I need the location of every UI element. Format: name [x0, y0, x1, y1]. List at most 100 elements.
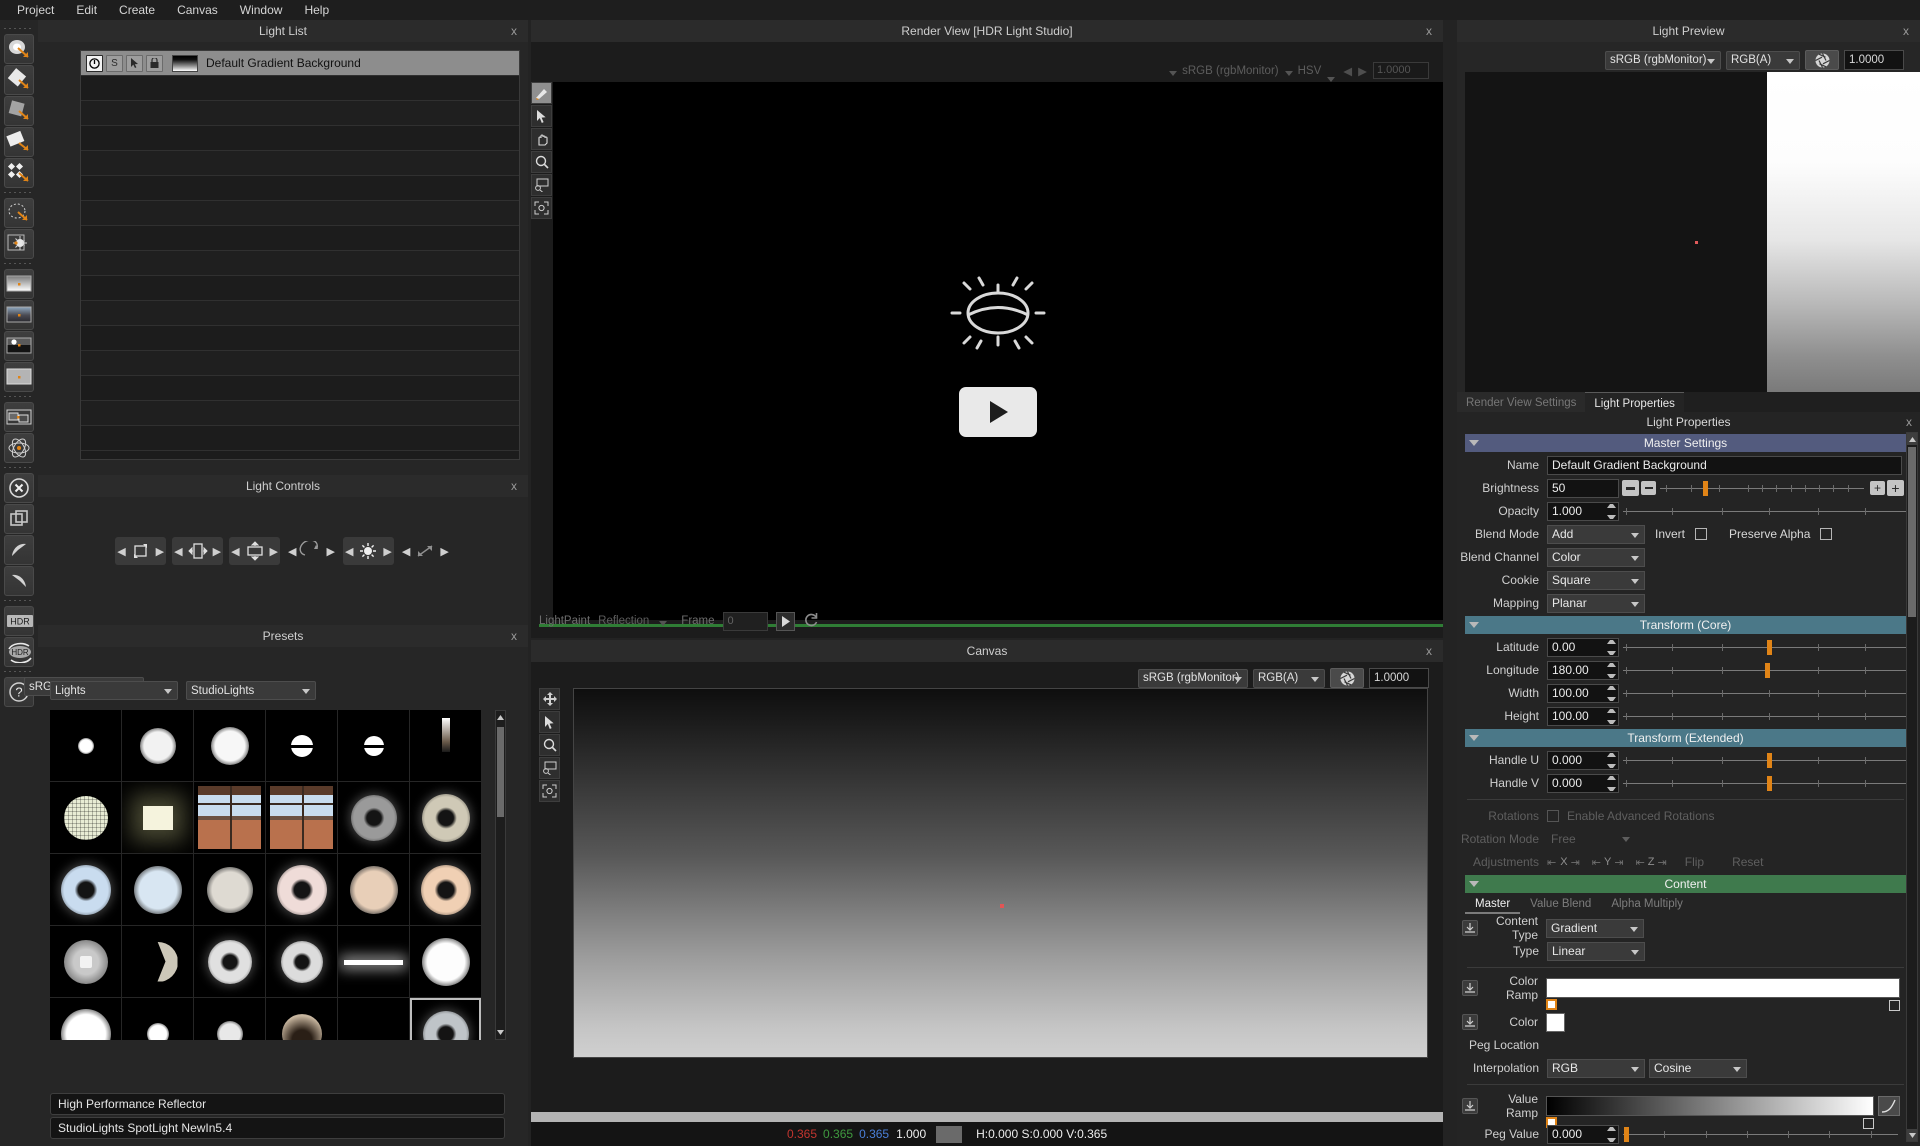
gradient-background-icon[interactable]: [4, 269, 34, 299]
light-list-empty-row[interactable]: [81, 201, 519, 226]
invert-checkbox[interactable]: [1695, 528, 1708, 540]
menu-create[interactable]: Create: [108, 1, 166, 19]
slider-knob[interactable]: [1766, 639, 1772, 655]
light-list-empty-row[interactable]: [81, 301, 519, 326]
light-list-empty-row[interactable]: [81, 76, 519, 101]
value-ramp-curve-button[interactable]: [1878, 1096, 1900, 1116]
transform-core-3-slider[interactable]: [1623, 707, 1915, 726]
scale-both-icon[interactable]: [128, 540, 154, 562]
brightness-decrease-large-button[interactable]: [1622, 480, 1639, 496]
preset-thumbnail[interactable]: [338, 710, 409, 781]
light-list-empty-row[interactable]: [81, 226, 519, 251]
lock-toggle-icon[interactable]: [146, 54, 163, 72]
preset-thumbnail[interactable]: [194, 926, 265, 997]
canvas-colorspace-dropdown[interactable]: sRGB (rgbMonitor): [1138, 668, 1248, 688]
close-icon[interactable]: x: [507, 628, 521, 644]
preset-thumbnail[interactable]: [194, 998, 265, 1040]
transform-ext-1-field[interactable]: 0.000: [1547, 773, 1619, 793]
content-tab-value-blend[interactable]: Value Blend: [1520, 896, 1601, 914]
left-arrow-icon[interactable]: ◀: [345, 545, 353, 558]
close-icon[interactable]: x: [1422, 23, 1436, 39]
interpolation-space-dropdown[interactable]: RGB: [1547, 1058, 1645, 1078]
transform-core-2-slider[interactable]: [1623, 684, 1915, 703]
peg-value-spinner[interactable]: [1607, 1126, 1616, 1142]
presets-category-dropdown[interactable]: Lights: [50, 681, 178, 700]
transform-ext-1-spinner[interactable]: [1607, 775, 1616, 791]
light-preview-exposure-value[interactable]: 1.0000: [1844, 50, 1904, 70]
fit-window-icon[interactable]: [531, 197, 552, 219]
presets-subcategory-dropdown[interactable]: StudioLights: [186, 681, 316, 700]
peg-value-field[interactable]: 0.000: [1547, 1124, 1619, 1144]
render-view-stage[interactable]: [553, 82, 1443, 620]
slider-knob[interactable]: [1766, 775, 1772, 791]
slider-knob[interactable]: [1766, 752, 1772, 768]
light-list-empty-row[interactable]: [81, 326, 519, 351]
opacity-slider[interactable]: [1623, 502, 1917, 521]
close-icon[interactable]: x: [1899, 23, 1913, 39]
hdr-save-icon[interactable]: HDR: [4, 606, 34, 636]
mapping-dropdown[interactable]: Planar: [1547, 593, 1645, 613]
section-transform-core[interactable]: Transform (Core): [1465, 616, 1906, 634]
brightness-slider[interactable]: [1660, 479, 1864, 498]
right-arrow-icon[interactable]: ▶: [213, 545, 221, 558]
menu-edit[interactable]: Edit: [65, 1, 108, 19]
preset-thumbnail[interactable]: [410, 782, 481, 853]
preset-thumbnail[interactable]: [122, 926, 193, 997]
color-ramp-widget[interactable]: [1546, 978, 1900, 1011]
type-dropdown[interactable]: Linear: [1547, 941, 1645, 961]
menu-canvas[interactable]: Canvas: [166, 1, 229, 19]
menu-help[interactable]: Help: [293, 1, 340, 19]
scrollbar-thumb[interactable]: [1908, 447, 1916, 617]
name-field[interactable]: Default Gradient Background: [1547, 455, 1902, 475]
left-arrow-icon[interactable]: ◀: [174, 545, 182, 558]
slider-knob[interactable]: [1623, 1126, 1629, 1142]
opacity-field[interactable]: 1.000: [1547, 501, 1619, 521]
transform-core-2-spinner[interactable]: [1607, 685, 1616, 701]
light-area-icon[interactable]: [4, 34, 34, 64]
frame-refresh-button[interactable]: [803, 612, 819, 631]
preset-thumbnail[interactable]: [266, 854, 337, 925]
cookie-dropdown[interactable]: Square: [1547, 570, 1645, 590]
fit-window-icon[interactable]: [539, 780, 560, 802]
pointer-icon[interactable]: [539, 711, 560, 733]
color-ramp-download-icon[interactable]: [1462, 980, 1478, 996]
right-arrow-icon[interactable]: ▶: [156, 545, 164, 558]
preset-thumbnail[interactable]: [410, 710, 481, 781]
flat-background-icon[interactable]: [4, 362, 34, 392]
light-list-empty-row[interactable]: [81, 251, 519, 276]
hdr-reload-icon[interactable]: HDR: [4, 637, 34, 667]
close-icon[interactable]: x: [1422, 643, 1436, 659]
preset-thumbnail[interactable]: [338, 926, 409, 997]
preset-thumbnail[interactable]: [338, 782, 409, 853]
light-preview-aperture-button[interactable]: [1805, 50, 1839, 70]
play-button[interactable]: [959, 387, 1037, 437]
light-panel-icon[interactable]: [4, 127, 34, 157]
scroll-down-icon[interactable]: [1907, 1129, 1917, 1141]
light-preview-channel-dropdown[interactable]: RGB(A): [1726, 50, 1800, 70]
tab-light-properties[interactable]: Light Properties: [1585, 392, 1684, 412]
slider-knob[interactable]: [1765, 662, 1771, 678]
preset-thumbnail[interactable]: [338, 854, 409, 925]
light-list-empty-row[interactable]: [81, 101, 519, 126]
rotate-control[interactable]: ◀ ▶: [286, 537, 337, 565]
preset-thumbnail[interactable]: [122, 782, 193, 853]
preset-thumbnail[interactable]: [410, 998, 481, 1040]
preset-thumbnail[interactable]: [338, 998, 409, 1040]
atom-procedural-icon[interactable]: [4, 433, 34, 463]
light-properties-scrollbar[interactable]: [1906, 432, 1918, 1142]
brightness-increase-large-button[interactable]: +: [1887, 480, 1904, 496]
transform-core-0-spinner[interactable]: [1607, 639, 1616, 655]
pan-icon[interactable]: [531, 128, 552, 150]
light-list-empty-row[interactable]: [81, 276, 519, 301]
canvas-exposure-value[interactable]: 1.0000: [1369, 668, 1429, 688]
menu-window[interactable]: Window: [229, 1, 294, 19]
preset-thumbnail[interactable]: [50, 782, 121, 853]
scale-height-icon[interactable]: [242, 540, 268, 562]
content-type-dropdown[interactable]: Gradient: [1546, 918, 1644, 938]
preset-thumbnail[interactable]: [194, 710, 265, 781]
transform-ext-0-field[interactable]: 0.000: [1547, 750, 1619, 770]
menu-project[interactable]: Project: [6, 1, 65, 19]
preset-thumbnail[interactable]: [194, 782, 265, 853]
preset-thumbnail[interactable]: [50, 854, 121, 925]
left-arrow-icon[interactable]: ◀: [288, 545, 296, 558]
